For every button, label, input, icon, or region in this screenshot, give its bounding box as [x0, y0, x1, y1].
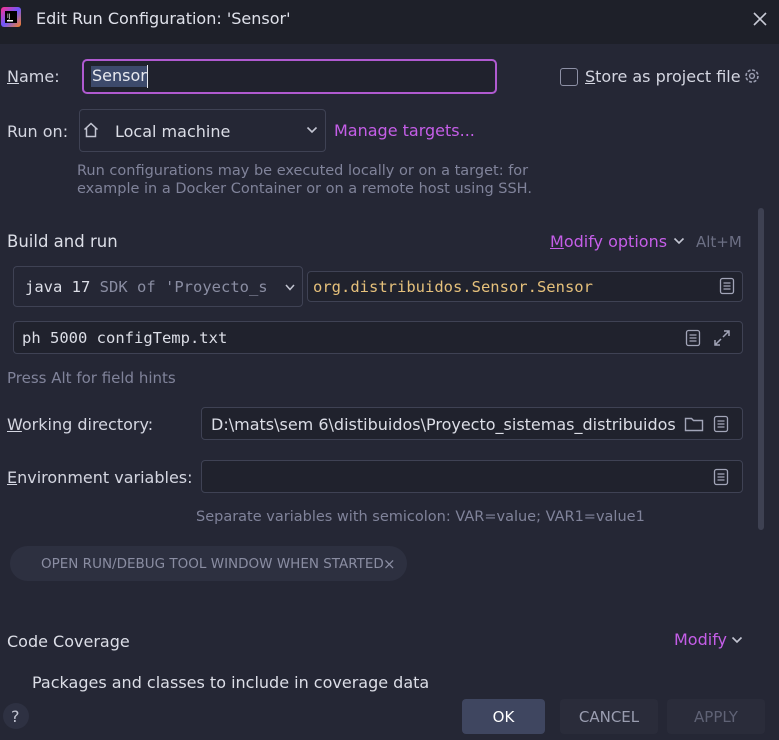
modify-chevron-icon [673, 236, 685, 246]
store-as-project-checkbox[interactable] [560, 68, 578, 86]
chevron-down-icon [306, 125, 318, 135]
working-dir-value: D:\mats\sem 6\distibuidos\Proyecto_siste… [211, 415, 676, 434]
text-cursor [147, 65, 148, 88]
open-tool-window-chip-label: OPEN RUN/DEBUG TOOL WINDOW WHEN STARTED [41, 556, 384, 572]
store-as-project-label[interactable]: Store as project file [585, 67, 741, 86]
run-on-label: Run on: [7, 122, 69, 141]
modify-shortcut: Alt+M [696, 233, 742, 251]
env-vars-label: Environment variables: [7, 468, 193, 487]
scrollbar-thumb[interactable] [758, 208, 764, 530]
working-dir-label: Working directory: [7, 415, 154, 434]
field-hints-text: Press Alt for field hints [7, 369, 176, 387]
chip-close-icon[interactable]: × [383, 555, 396, 573]
env-vars-input[interactable] [201, 460, 743, 493]
cancel-button-label: CANCEL [578, 708, 640, 726]
help-button-label: ? [11, 707, 20, 726]
modify-options-link[interactable]: Modify options [550, 232, 667, 251]
build-run-heading: Build and run [7, 232, 118, 251]
args-list-icon[interactable] [685, 329, 701, 347]
gear-icon[interactable] [742, 66, 762, 86]
svg-text:IJ: IJ [7, 13, 11, 20]
expand-icon[interactable] [712, 328, 732, 348]
window-title: Edit Run Configuration: 'Sensor' [36, 9, 291, 28]
name-label: Name: [7, 67, 60, 86]
env-vars-list-icon[interactable] [713, 468, 729, 486]
close-icon[interactable] [752, 11, 768, 27]
folder-icon[interactable] [684, 415, 704, 433]
run-on-hint-1: Run configurations may be executed local… [77, 163, 529, 179]
footer-bar [0, 694, 779, 740]
home-icon [82, 121, 100, 139]
manage-targets-link[interactable]: Manage targets... [334, 121, 475, 140]
run-on-hint-2: example in a Docker Container or on a re… [77, 181, 532, 197]
working-dir-list-icon[interactable] [713, 415, 729, 433]
run-on-value: Local machine [115, 122, 231, 141]
sdk-value: java 17 SDK of 'Proyecto_s [25, 278, 268, 296]
code-coverage-heading: Code Coverage [7, 632, 130, 651]
env-vars-hint: Separate variables with semicolon: VAR=v… [196, 509, 645, 525]
apply-button-label: APPLY [694, 708, 738, 726]
program-args-value: ph 5000 configTemp.txt [22, 329, 228, 347]
main-class-value: org.distribuidos.Sensor.Sensor [313, 278, 593, 296]
browse-list-icon[interactable] [719, 277, 735, 295]
ok-button-label: OK [492, 708, 515, 726]
intellij-logo-icon: IJ [1, 7, 21, 27]
coverage-chevron-icon [731, 635, 743, 645]
sdk-chevron-down-icon [285, 283, 295, 292]
coverage-packages-text: Packages and classes to include in cover… [32, 673, 430, 692]
name-input-value: Sensor [92, 66, 147, 85]
coverage-modify-link[interactable]: Modify [674, 630, 727, 649]
